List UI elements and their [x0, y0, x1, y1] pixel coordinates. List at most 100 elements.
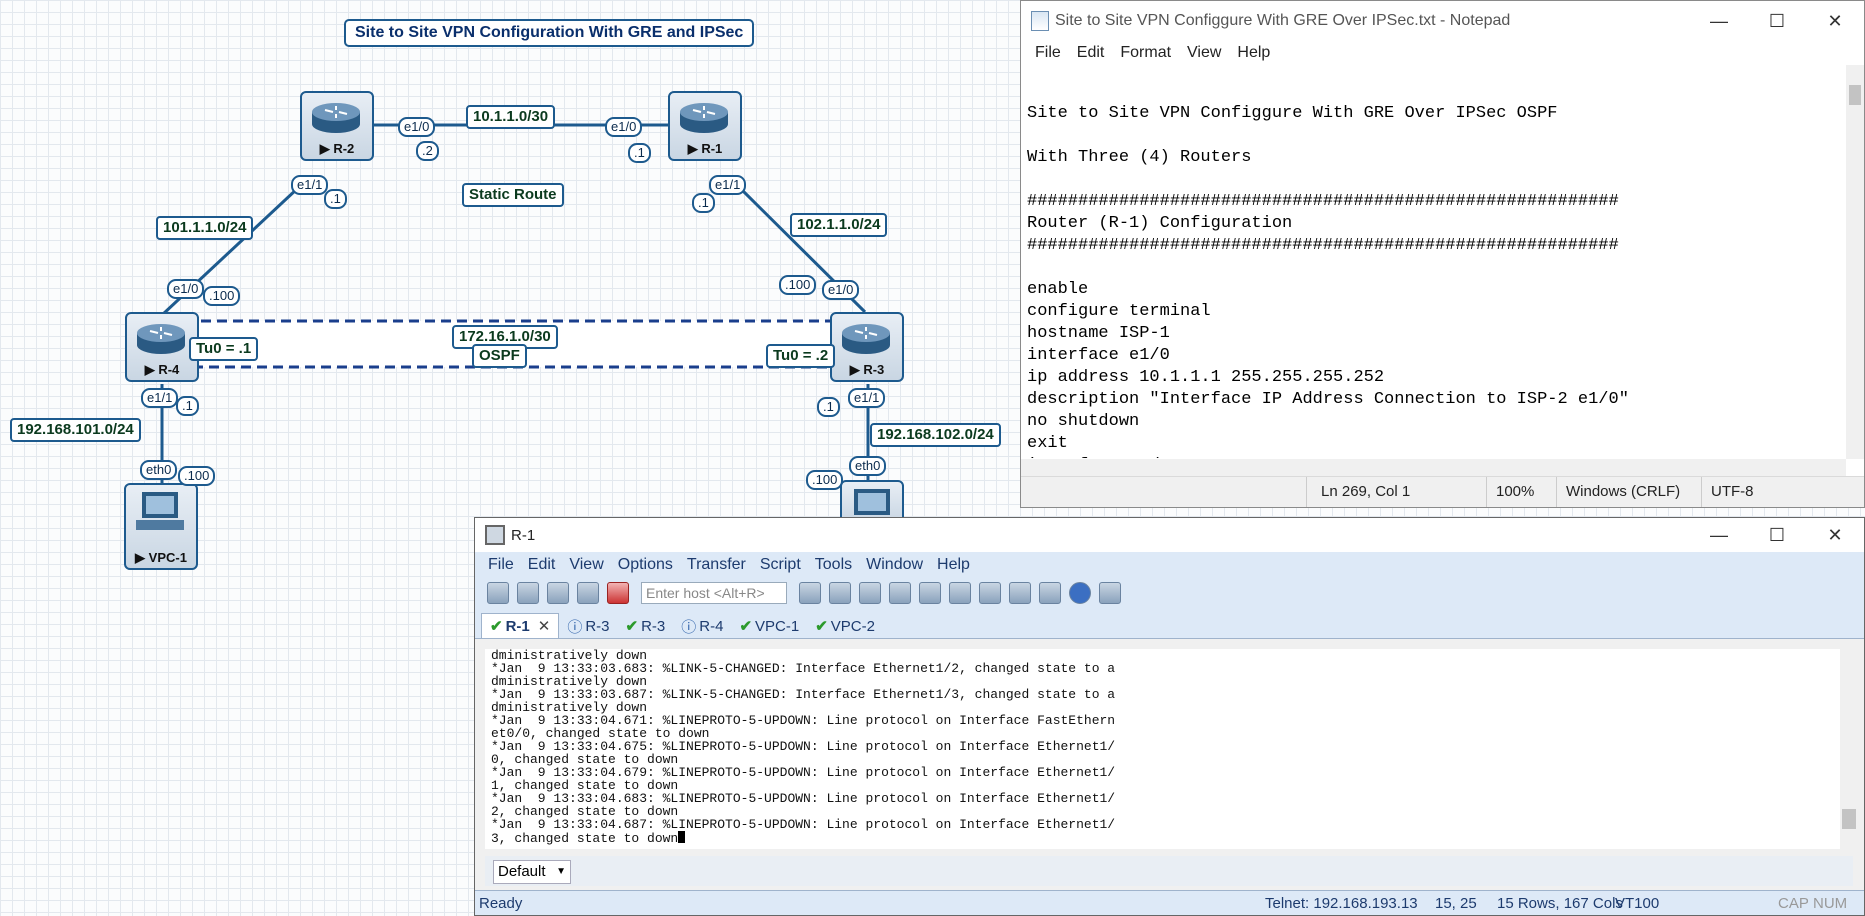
menu-help[interactable]: Help — [930, 556, 977, 574]
tab-r3-2[interactable]: ✔ R-3 — [618, 614, 674, 638]
info-icon: ⓘ — [567, 618, 583, 636]
pc-vpc1[interactable]: ▶ VPC-1 — [124, 483, 198, 570]
connect-tab-icon[interactable] — [547, 582, 569, 604]
copy-icon[interactable] — [799, 582, 821, 604]
crt-titlebar[interactable]: R-1 — ☐ ✕ — [475, 518, 1864, 552]
iface-label: e1/0 — [398, 117, 436, 137]
vertical-scrollbar[interactable] — [1846, 65, 1864, 459]
router-icon — [842, 324, 890, 354]
notepad-editor[interactable]: Site to Site VPN Configgure With GRE Ove… — [1027, 81, 1833, 458]
print-screen-icon[interactable] — [919, 582, 941, 604]
status-size: 15 Rows, 167 Cols — [1497, 895, 1623, 912]
notepad-line: ########################################… — [1027, 192, 1619, 211]
paste-icon[interactable] — [829, 582, 851, 604]
menu-edit[interactable]: Edit — [1069, 44, 1113, 62]
scroll-thumb[interactable] — [1842, 809, 1856, 829]
tab-vpc1[interactable]: ✔ VPC-1 — [731, 614, 807, 638]
tab-r1[interactable]: ✔ R-1 ✕ — [481, 613, 560, 638]
command-bar: Default ▼ — [485, 856, 1853, 886]
diagram-title: Site to Site VPN Configuration With GRE … — [344, 19, 755, 47]
info-icon: ⓘ — [681, 618, 697, 636]
close-tab-icon[interactable]: ✕ — [538, 617, 551, 635]
reconnect-icon[interactable] — [577, 582, 599, 604]
crt-title: R-1 — [511, 526, 536, 544]
status-ready: Ready — [479, 895, 523, 912]
notepad-line: With Three (4) Routers — [1027, 148, 1252, 167]
ip-label: .2 — [416, 141, 439, 161]
status-cap: CAP — [1778, 895, 1809, 912]
terminal-output[interactable]: dministratively down *Jan 9 13:33:03.683:… — [485, 649, 1847, 849]
terminal-line: *Jan 9 13:33:03.687: %LINK-5-CHANGED: In… — [491, 687, 1116, 702]
notepad-line: hostname ISP-1 — [1027, 324, 1170, 343]
print-icon[interactable] — [889, 582, 911, 604]
menu-view[interactable]: View — [1179, 44, 1229, 62]
router-r4[interactable]: ▶ R-4 — [125, 312, 199, 382]
close-icon[interactable]: ✕ — [1806, 515, 1864, 555]
securecrt-window[interactable]: R-1 — ☐ ✕ File Edit View Options Transfe… — [474, 517, 1865, 916]
ip-label: .100 — [203, 286, 241, 306]
minimize-icon[interactable]: — — [1690, 515, 1748, 555]
zoom-level: 100% — [1496, 483, 1535, 500]
terminal-scrollbar[interactable] — [1840, 649, 1858, 849]
notepad-titlebar[interactable]: Site to Site VPN Configgure With GRE Ove… — [1021, 1, 1864, 41]
menu-options[interactable]: Options — [611, 556, 680, 574]
menu-help[interactable]: Help — [1229, 44, 1278, 62]
notepad-line: no shutdown — [1027, 412, 1140, 431]
notepad-line — [1027, 257, 1833, 279]
menu-tools[interactable]: Tools — [808, 556, 859, 574]
router-label: ▶ R-2 — [319, 141, 355, 156]
terminal-line: *Jan 9 13:33:04.679: %LINEPROTO-5-UPDOWN… — [491, 765, 1116, 780]
menu-edit[interactable]: Edit — [521, 556, 563, 574]
menu-view[interactable]: View — [562, 556, 610, 574]
router-r1[interactable]: ▶ R-1 — [668, 91, 742, 161]
status-telnet: Telnet: 192.168.193.13 — [1265, 895, 1418, 912]
print-selection-icon[interactable] — [949, 582, 971, 604]
host-input[interactable]: Enter host <Alt+R> — [641, 582, 787, 604]
connected-icon: ✔ — [490, 618, 503, 635]
notepad-line: description "Interface IP Address Connec… — [1027, 390, 1629, 409]
menu-format[interactable]: Format — [1112, 44, 1179, 62]
encoding: UTF-8 — [1711, 483, 1754, 500]
find-icon[interactable] — [859, 582, 881, 604]
crt-menubar: File Edit View Options Transfer Script T… — [475, 552, 1864, 578]
router-icon — [680, 103, 728, 133]
pc-icon — [136, 492, 184, 530]
status-num: NUM — [1813, 895, 1848, 912]
maximize-icon[interactable]: ☐ — [1748, 515, 1806, 555]
connected-icon: ✔ — [625, 618, 639, 635]
ip-label: .100 — [779, 275, 817, 295]
router-icon — [312, 103, 360, 133]
session-options-icon[interactable] — [979, 582, 1001, 604]
tab-r3[interactable]: ⓘ R-3 — [559, 614, 617, 638]
tab-r4[interactable]: ⓘ R-4 — [673, 614, 731, 638]
maximize-icon[interactable]: ☐ — [1748, 1, 1806, 41]
session-tabs: ✔ R-1 ✕ ⓘ R-3 ✔ R-3 ⓘ R-4 ✔ VPC-1 ✔ VPC-2 — [475, 608, 1864, 639]
notepad-window[interactable]: Site to Site VPN Configgure With GRE Ove… — [1020, 0, 1865, 508]
menu-file[interactable]: File — [481, 556, 521, 574]
default-session-dropdown[interactable]: Default ▼ — [493, 860, 571, 884]
horizontal-scrollbar[interactable] — [1021, 459, 1846, 477]
close-icon[interactable]: ✕ — [1806, 1, 1864, 41]
tab-vpc2[interactable]: ✔ VPC-2 — [807, 614, 883, 638]
router-label: ▶ R-1 — [687, 141, 723, 156]
disconnect-icon[interactable] — [607, 582, 629, 604]
keymap-icon[interactable] — [1039, 582, 1061, 604]
router-r2[interactable]: ▶ R-2 — [300, 91, 374, 161]
minimize-icon[interactable]: — — [1690, 1, 1748, 41]
connect-icon[interactable] — [487, 582, 509, 604]
router-label: ▶ R-3 — [849, 362, 885, 377]
global-options-icon[interactable] — [1009, 582, 1031, 604]
terminal-line: 3, changed state to down — [491, 831, 1847, 845]
screen-icon[interactable] — [1099, 582, 1121, 604]
notepad-line: Router (R-1) Configuration — [1027, 214, 1293, 233]
app-icon — [485, 525, 505, 545]
menu-window[interactable]: Window — [859, 556, 930, 574]
network-label-r1-r3: 102.1.1.0/24 — [790, 213, 888, 237]
menu-transfer[interactable]: Transfer — [680, 556, 753, 574]
menu-script[interactable]: Script — [753, 556, 808, 574]
scroll-thumb[interactable] — [1849, 85, 1861, 105]
quick-connect-icon[interactable] — [517, 582, 539, 604]
help-icon[interactable] — [1069, 582, 1091, 604]
menu-file[interactable]: File — [1027, 44, 1069, 62]
router-r3[interactable]: ▶ R-3 — [830, 312, 904, 382]
